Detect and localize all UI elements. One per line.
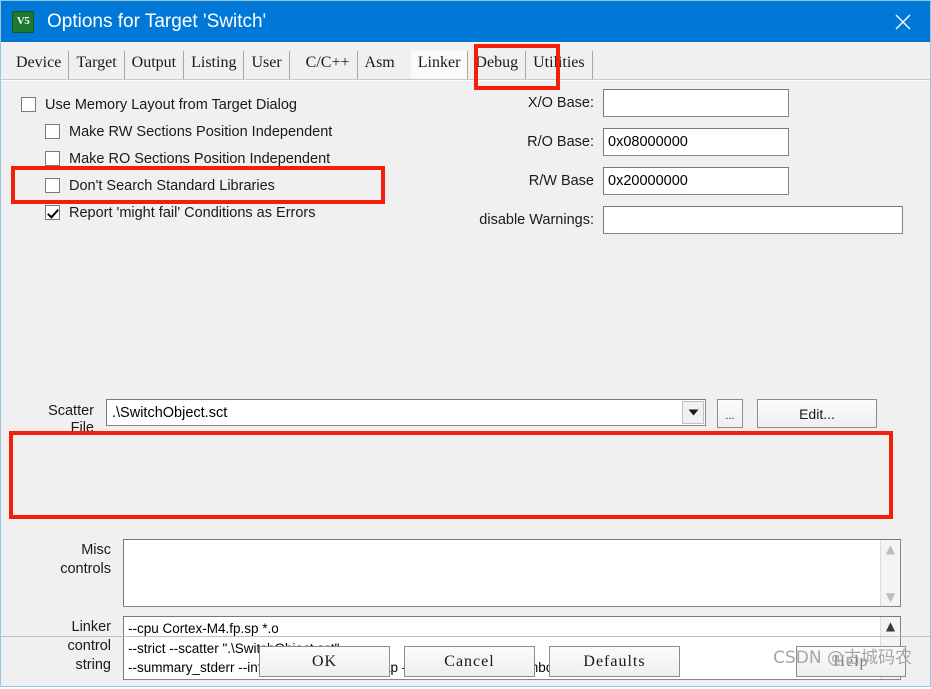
scatter-file-highlight: [9, 431, 893, 519]
checkbox-label: Make RW Sections Position Independent: [69, 123, 333, 140]
chevron-down-icon[interactable]: ▼: [886, 591, 895, 603]
misc-controls-textarea[interactable]: ▲ ▼: [123, 539, 901, 607]
linker-options-checkbox-group: Use Memory Layout from Target Dialog Mak…: [21, 91, 421, 226]
field-row-rw-base: R/W Base 0x20000000: [451, 167, 911, 195]
scatter-file-combobox[interactable]: .\SwitchObject.sct: [106, 399, 706, 426]
checkbox-label: Don't Search Standard Libraries: [69, 177, 275, 194]
checkbox-label: Make RO Sections Position Independent: [69, 150, 331, 167]
xo-base-label: X/O Base:: [527, 95, 594, 111]
linker-tab-panel: Use Memory Layout from Target Dialog Mak…: [1, 80, 930, 686]
scatter-file-label-line2: File: [70, 420, 94, 436]
misc-controls-label-line2: controls: [60, 561, 111, 577]
checkbox-label: Report 'might fail' Conditions as Errors: [69, 204, 316, 221]
tab-debug[interactable]: Debug: [468, 51, 527, 79]
disable-warnings-input[interactable]: [603, 206, 903, 234]
scatter-file-edit-button[interactable]: Edit...: [757, 399, 877, 428]
misc-controls-label-line1: Misc: [81, 542, 111, 558]
chevron-up-icon[interactable]: ▲: [886, 620, 895, 632]
ro-base-input[interactable]: 0x08000000: [603, 128, 789, 156]
checkbox-use-memory-layout[interactable]: Use Memory Layout from Target Dialog: [21, 91, 421, 118]
tab-c-cpp[interactable]: C/C++: [299, 51, 358, 79]
tab-target[interactable]: Target: [69, 51, 125, 79]
disable-warnings-label: disable Warnings:: [479, 212, 594, 228]
checkbox-box-icon[interactable]: [45, 124, 60, 139]
window-title: Options for Target 'Switch': [47, 10, 267, 32]
tab-listing[interactable]: Listing: [184, 51, 245, 79]
checkbox-box-icon[interactable]: [21, 97, 36, 112]
tab-strip: Device Target Output Listing User C/C++ …: [1, 42, 930, 80]
field-row-ro-base: R/O Base: 0x08000000: [451, 128, 911, 156]
options-dialog-window: V5 Options for Target 'Switch' Device Ta…: [0, 0, 931, 687]
uvision-logo-icon: V5: [12, 10, 34, 33]
cancel-button[interactable]: Cancel: [404, 646, 535, 677]
checkbox-dont-search-standard-libraries[interactable]: Don't Search Standard Libraries: [21, 172, 421, 199]
scatter-file-label-line1: Scatter: [48, 403, 94, 419]
scatter-file-value: .\SwitchObject.sct: [112, 404, 228, 421]
checkbox-report-might-fail-as-errors[interactable]: Report 'might fail' Conditions as Errors: [21, 199, 421, 226]
chevron-down-icon[interactable]: [682, 401, 704, 424]
ro-base-label: R/O Base:: [527, 134, 594, 150]
tab-linker[interactable]: Linker: [410, 51, 469, 79]
field-row-disable-warnings: disable Warnings:: [451, 206, 911, 234]
dialog-footer: OK Cancel Defaults Help: [1, 636, 930, 686]
scatter-file-browse-button[interactable]: ...: [717, 399, 743, 428]
defaults-button[interactable]: Defaults: [549, 646, 680, 677]
tab-user[interactable]: User: [244, 51, 290, 79]
field-row-xo-base: X/O Base:: [451, 89, 911, 117]
title-bar: V5 Options for Target 'Switch': [1, 1, 930, 42]
base-address-fields: X/O Base: R/O Base: 0x08000000 R/W Base …: [451, 89, 911, 245]
rw-base-input[interactable]: 0x20000000: [603, 167, 789, 195]
tab-asm[interactable]: Asm: [358, 51, 402, 79]
rw-base-label: R/W Base: [528, 173, 594, 189]
close-icon[interactable]: [876, 1, 930, 42]
xo-base-input[interactable]: [603, 89, 789, 117]
misc-controls-scrollbar[interactable]: ▲ ▼: [880, 540, 900, 606]
chevron-up-icon[interactable]: ▲: [886, 543, 895, 555]
misc-controls-value: [124, 540, 880, 606]
misc-controls-row: Misc controls ▲ ▼: [21, 539, 901, 607]
checkbox-make-ro-position-independent[interactable]: Make RO Sections Position Independent: [21, 145, 421, 172]
tab-device[interactable]: Device: [9, 51, 70, 79]
checkbox-box-icon[interactable]: [45, 151, 60, 166]
checkbox-label: Use Memory Layout from Target Dialog: [45, 96, 297, 113]
ok-button[interactable]: OK: [259, 646, 390, 677]
scatter-file-label: Scatter File: [21, 399, 106, 437]
checkbox-make-rw-position-independent[interactable]: Make RW Sections Position Independent: [21, 118, 421, 145]
linker-label-line1: Linker: [71, 619, 112, 635]
tab-output[interactable]: Output: [125, 51, 185, 79]
misc-controls-label: Misc controls: [21, 539, 123, 579]
tab-utilities[interactable]: Utilities: [526, 51, 593, 79]
checkbox-box-icon[interactable]: [45, 178, 60, 193]
scatter-file-section: Scatter File .\SwitchObject.sct ... Edit…: [21, 399, 901, 437]
help-button[interactable]: Help: [796, 646, 906, 677]
checkbox-box-checked-icon[interactable]: [45, 205, 60, 220]
